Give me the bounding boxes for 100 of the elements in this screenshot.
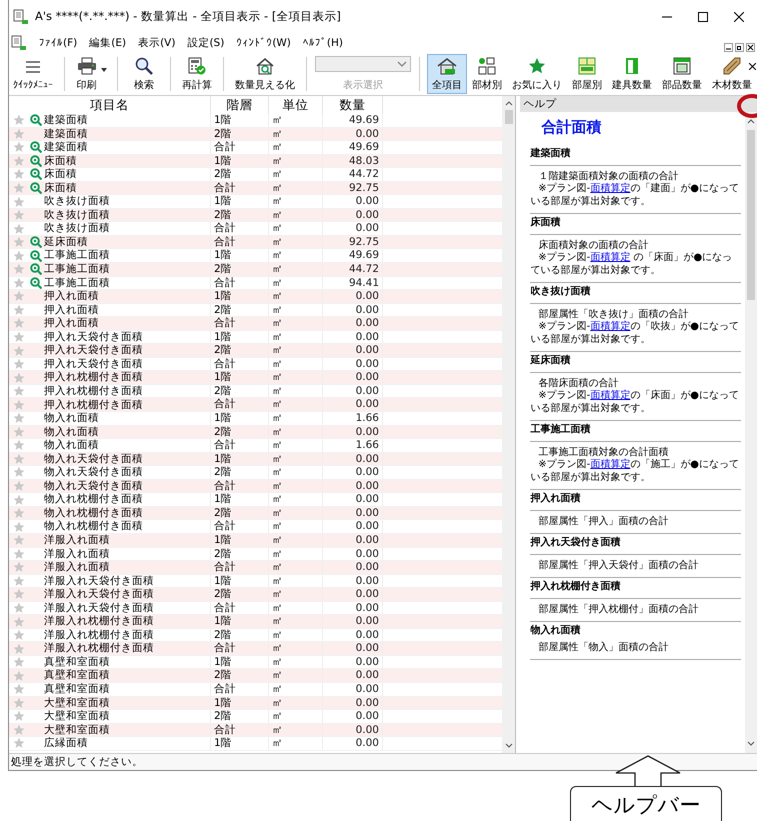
star-icon[interactable] xyxy=(13,290,25,302)
table-row[interactable]: 建築面積 2階 ㎡ 0.00 xyxy=(9,128,502,142)
star-icon[interactable] xyxy=(13,426,25,438)
table-row[interactable]: 押入れ面積 1階 ㎡ 0.00 xyxy=(9,290,502,304)
table-row[interactable]: 床面積 1階 ㎡ 48.03 xyxy=(9,154,502,168)
scroll-down-icon[interactable] xyxy=(504,743,513,749)
star-icon[interactable] xyxy=(13,141,25,154)
star-icon[interactable] xyxy=(13,250,25,262)
view-button[interactable]: 全項目 xyxy=(427,54,467,94)
view-button[interactable]: 部品数量 xyxy=(657,54,707,94)
star-icon[interactable] xyxy=(13,209,25,222)
search-icon[interactable] xyxy=(30,250,42,262)
table-row[interactable]: 吹き抜け面積 2階 ㎡ 0.00 xyxy=(9,208,502,222)
star-icon[interactable] xyxy=(13,168,25,180)
star-icon[interactable] xyxy=(13,263,25,276)
toolbar-button[interactable]: 再計算 xyxy=(178,54,216,94)
star-icon[interactable] xyxy=(13,588,25,600)
search-icon[interactable] xyxy=(30,182,42,194)
star-icon[interactable] xyxy=(13,385,25,398)
view-button[interactable]: 部屋別 xyxy=(567,54,607,94)
star-icon[interactable] xyxy=(13,656,25,668)
restore-icon[interactable] xyxy=(735,43,744,52)
help-link[interactable]: 面積算定 xyxy=(590,321,630,332)
column-header[interactable]: 数量 xyxy=(323,96,383,114)
table-row[interactable]: 広縁面積 1階 ㎡ 0.00 xyxy=(9,737,502,751)
toolbar-button[interactable]: ｸｲｯｸﾒﾆｭｰ xyxy=(9,54,57,94)
table-row[interactable]: 押入れ枕棚付き面積 1階 ㎡ 0.00 xyxy=(9,371,502,385)
star-icon[interactable] xyxy=(13,439,25,452)
table-row[interactable]: 押入れ枕棚付き面積 合計 ㎡ 0.00 xyxy=(9,398,502,412)
star-icon[interactable] xyxy=(13,128,25,140)
star-icon[interactable] xyxy=(13,398,25,411)
table-row[interactable]: 洋服入れ天袋付き面積 2階 ㎡ 0.00 xyxy=(9,588,502,602)
star-icon[interactable] xyxy=(13,276,25,289)
star-icon[interactable] xyxy=(13,344,25,357)
star-icon[interactable] xyxy=(13,182,25,194)
star-icon[interactable] xyxy=(13,358,25,370)
star-icon[interactable] xyxy=(13,520,25,533)
table-row[interactable]: 大壁和室面積 合計 ㎡ 0.00 xyxy=(9,724,502,738)
star-icon[interactable] xyxy=(13,114,25,126)
scroll-up-icon[interactable] xyxy=(747,118,755,124)
star-icon[interactable] xyxy=(13,710,25,722)
star-icon[interactable] xyxy=(13,466,25,478)
menu-item[interactable]: ﾌｧｲﾙ(F) xyxy=(33,37,84,49)
star-icon[interactable] xyxy=(13,372,25,384)
table-row[interactable]: 押入れ面積 合計 ㎡ 0.00 xyxy=(9,317,502,331)
table-row[interactable]: 洋服入れ枕棚付き面積 合計 ㎡ 0.00 xyxy=(9,642,502,656)
column-header[interactable]: 階層 xyxy=(211,96,269,114)
help-link[interactable]: 面積算定 xyxy=(590,390,630,401)
column-header[interactable]: 単位 xyxy=(269,96,323,114)
menu-item[interactable]: 表示(V) xyxy=(132,36,182,50)
star-icon[interactable] xyxy=(13,222,25,235)
search-icon[interactable] xyxy=(30,276,42,289)
search-icon[interactable] xyxy=(30,114,42,126)
scrollbar[interactable] xyxy=(745,112,757,753)
star-icon[interactable] xyxy=(13,574,25,587)
table-row[interactable]: 真壁和室面積 2階 ㎡ 0.00 xyxy=(9,669,502,683)
star-icon[interactable] xyxy=(13,724,25,736)
star-icon[interactable] xyxy=(13,331,25,344)
search-icon[interactable] xyxy=(30,168,42,180)
star-icon[interactable] xyxy=(13,412,25,424)
close-icon[interactable] xyxy=(749,63,756,70)
search-icon[interactable] xyxy=(30,154,42,167)
star-icon[interactable] xyxy=(13,154,25,167)
star-icon[interactable] xyxy=(13,548,25,560)
scrollbar[interactable] xyxy=(502,96,516,753)
view-button[interactable]: 建具数量 xyxy=(607,54,657,94)
table-row[interactable]: 洋服入れ面積 1階 ㎡ 0.00 xyxy=(9,534,502,548)
star-icon[interactable] xyxy=(13,602,25,614)
star-icon[interactable] xyxy=(13,561,25,574)
menu-item[interactable]: 設定(S) xyxy=(181,36,230,50)
star-icon[interactable] xyxy=(13,670,25,682)
search-icon[interactable] xyxy=(30,236,42,248)
star-icon[interactable] xyxy=(13,304,25,316)
star-icon[interactable] xyxy=(13,616,25,628)
scroll-down-icon[interactable] xyxy=(747,741,755,747)
menu-item[interactable]: 編集(E) xyxy=(83,36,132,50)
view-button[interactable]: お気に入り xyxy=(507,54,567,94)
table-row[interactable]: 物入れ面積 2階 ㎡ 0.00 xyxy=(9,426,502,440)
help-link[interactable]: 面積算定 xyxy=(590,459,630,470)
table-row[interactable]: 工事施工面積 2階 ㎡ 44.72 xyxy=(9,263,502,277)
view-button[interactable]: 木材数量 xyxy=(707,54,757,94)
star-icon[interactable] xyxy=(13,534,25,546)
star-icon[interactable] xyxy=(13,236,25,248)
star-icon[interactable] xyxy=(13,480,25,492)
star-icon[interactable] xyxy=(13,737,25,750)
star-icon[interactable] xyxy=(13,494,25,506)
toolbar-button[interactable]: 検索 xyxy=(125,54,163,94)
table-row[interactable]: 大壁和室面積 1階 ㎡ 0.00 xyxy=(9,696,502,710)
table-row[interactable]: 物入れ枕棚付き面積 2階 ㎡ 0.00 xyxy=(9,506,502,520)
star-icon[interactable] xyxy=(13,683,25,696)
star-icon[interactable] xyxy=(13,642,25,655)
table-row[interactable]: 物入れ天袋付き面積 合計 ㎡ 0.00 xyxy=(9,480,502,494)
view-button[interactable]: 部材別 xyxy=(467,54,507,94)
search-icon[interactable] xyxy=(30,263,42,276)
table-row[interactable]: 物入れ天袋付き面積 1階 ㎡ 0.00 xyxy=(9,452,502,466)
star-icon[interactable] xyxy=(13,696,25,709)
table-row[interactable]: 洋服入れ枕棚付き面積 1階 ㎡ 0.00 xyxy=(9,615,502,629)
help-link[interactable]: 面積算定 xyxy=(590,252,630,263)
help-link[interactable]: 面積算定 xyxy=(590,183,630,194)
table-row[interactable]: 延床面積 合計 ㎡ 92.75 xyxy=(9,236,502,250)
